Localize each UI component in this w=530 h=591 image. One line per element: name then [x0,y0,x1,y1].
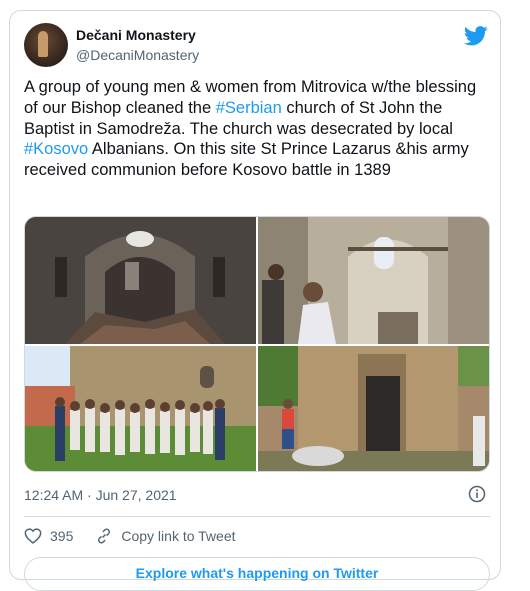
twitter-bird-icon[interactable] [464,25,488,47]
hashtag-serbian[interactable]: #Serbian [216,99,282,117]
divider [24,516,490,517]
tweet-card[interactable]: Dečani Monastery @DecaniMonastery A grou… [9,10,501,591]
timestamp[interactable]: 12:24 AM · Jun 27, 2021 [24,487,177,503]
avatar[interactable] [24,23,68,67]
like-count: 395 [50,528,74,544]
action-bar: 395 Copy link to Tweet [24,525,258,547]
info-icon[interactable] [468,485,486,503]
author-handle[interactable]: @DecaniMonastery [76,47,199,63]
avatar-window-shape [38,31,48,57]
media-grid [24,216,490,472]
author-name[interactable]: Dečani Monastery [76,27,196,43]
heart-icon [24,528,42,544]
copy-link-button[interactable]: Copy link to Tweet [95,527,236,545]
like-button[interactable]: 395 [24,528,73,544]
photo-cleaning-inside[interactable] [258,217,489,344]
tweet-text-part: Albanians. On this site St Prince Lazaru… [24,140,469,180]
explore-button[interactable]: Explore what's happening on Twitter [24,557,490,591]
photo-group-outside[interactable] [25,346,256,471]
copy-link-label: Copy link to Tweet [121,528,236,544]
photo-church-interior[interactable] [25,217,256,344]
hashtag-kosovo[interactable]: #Kosovo [24,140,88,158]
tweet-text: A group of young men & women from Mitrov… [24,77,490,181]
link-icon [98,528,111,544]
photo-church-doorway[interactable] [258,346,489,471]
